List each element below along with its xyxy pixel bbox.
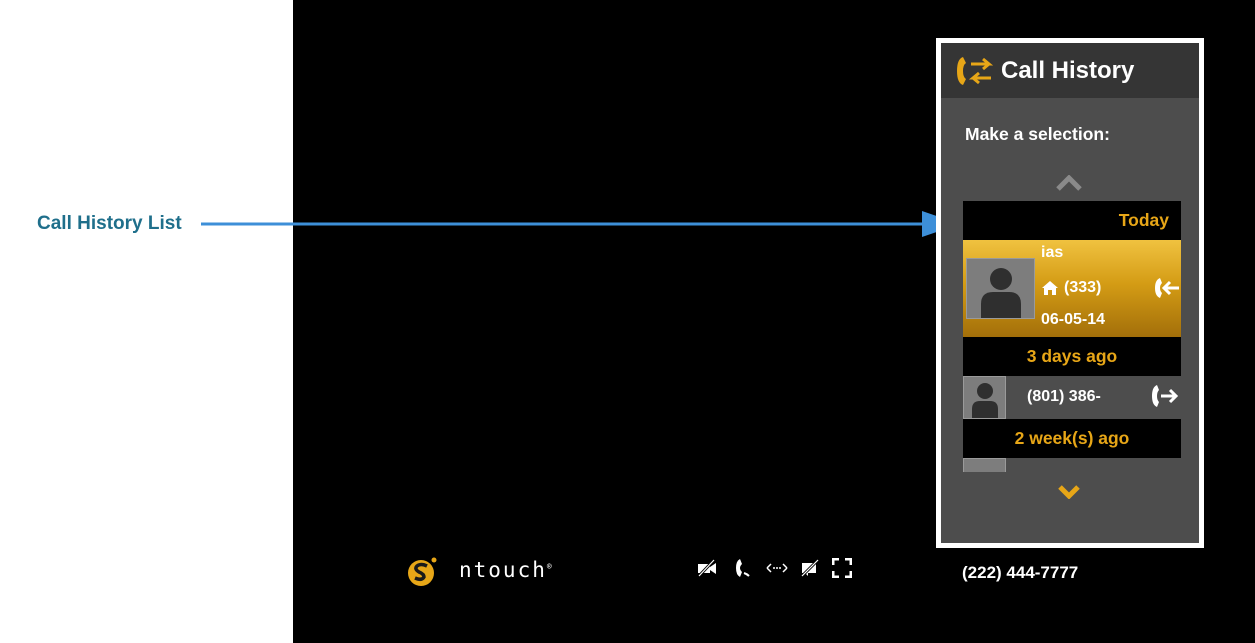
phone-number: (333) xyxy=(1064,279,1102,296)
call-entry-selected[interactable]: ias (333) 06-05-14 xyxy=(963,240,1181,337)
contact-name: ias xyxy=(1041,244,1064,261)
avatar xyxy=(963,376,1006,419)
outgoing-call-icon xyxy=(1152,385,1179,407)
fullscreen-icon[interactable] xyxy=(832,558,852,578)
call-entry-partial[interactable] xyxy=(963,458,1181,472)
scroll-up-icon[interactable] xyxy=(1056,175,1082,191)
privacy-icon[interactable] xyxy=(800,558,820,578)
home-icon xyxy=(1042,281,1058,295)
brand-name: ntouch® xyxy=(459,558,552,582)
call-history-panel: Call History Make a selection: Today ias… xyxy=(936,38,1204,548)
scroll-down-icon[interactable] xyxy=(1058,485,1080,499)
phone-number: (801) 386- xyxy=(1027,388,1101,405)
incoming-call-icon xyxy=(1155,278,1179,298)
group-header-2-weeks: 2 week(s) ago xyxy=(963,419,1181,458)
selection-prompt: Make a selection: xyxy=(965,124,1110,144)
phone-icon[interactable] xyxy=(735,558,751,578)
ntouch-logo-icon xyxy=(408,557,437,586)
panel-header: Call History xyxy=(941,43,1199,98)
call-history-icon xyxy=(957,56,994,85)
phone-line: (333) xyxy=(1041,279,1101,297)
video-off-icon[interactable] xyxy=(697,558,717,578)
call-entry[interactable]: (801) 386- xyxy=(963,376,1181,419)
group-header-3-days: 3 days ago xyxy=(963,337,1181,376)
person-icon xyxy=(981,268,1021,318)
person-icon xyxy=(972,383,998,418)
call-history-list[interactable]: Today ias (333) 06-05-14 3 days ago (801… xyxy=(963,201,1181,472)
group-header-today: Today xyxy=(963,201,1181,240)
avatar xyxy=(966,258,1035,319)
own-phone-number: (222) 444-7777 xyxy=(962,563,1079,582)
call-date: 06-05-14 xyxy=(1041,311,1106,328)
avatar xyxy=(963,458,1006,472)
panel-title: Call History xyxy=(1001,56,1135,84)
switch-icon[interactable] xyxy=(766,558,788,578)
